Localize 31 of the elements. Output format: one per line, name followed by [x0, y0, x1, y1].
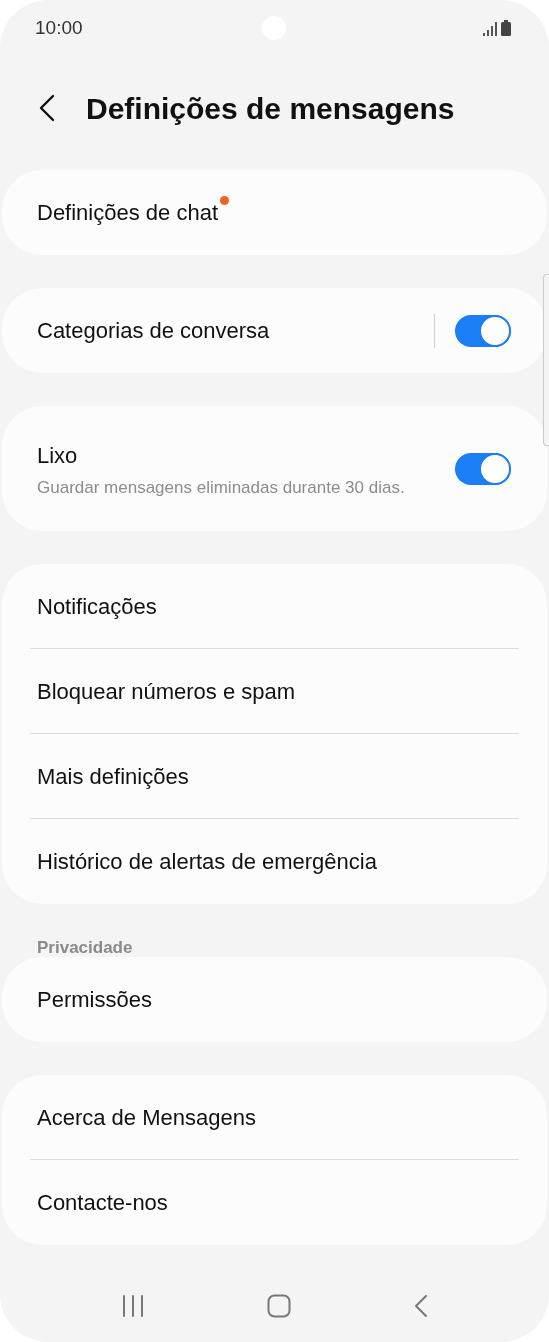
row-label: Definições de chat [37, 199, 218, 227]
settings-row[interactable]: Lixo Guardar mensagens eliminadas durante 30 dias. [30, 406, 519, 531]
settings-row[interactable]: Permissões [30, 957, 519, 1042]
row-label: Categorias de conversa [37, 317, 270, 345]
page-title: Definições de mensagens [86, 90, 455, 127]
row-label: Lixo [37, 441, 78, 470]
row-label: Histórico de alertas de emergência [37, 848, 377, 876]
row-label: Contacte-nos [37, 1189, 168, 1217]
settings-row[interactable]: Notificações [30, 564, 519, 649]
back-icon[interactable] [413, 1294, 428, 1318]
settings-row[interactable]: Definições de chat [30, 170, 519, 255]
home-icon[interactable] [267, 1294, 292, 1318]
row-label: Permissões [37, 986, 152, 1014]
battery-icon [501, 20, 511, 36]
settings-row[interactable]: Contacte-nos [30, 1160, 519, 1245]
signal-icon [483, 22, 497, 36]
toggle-switch[interactable] [455, 314, 511, 347]
settings-row[interactable]: Acerca de Mensagens [30, 1075, 519, 1160]
settings-row[interactable]: Mais definições [30, 734, 519, 819]
settings-row[interactable]: Histórico de alertas de emergência [30, 819, 519, 904]
row-label: Mais definições [37, 762, 189, 791]
toggle-switch[interactable] [455, 452, 511, 485]
row-label: Notificações [37, 592, 157, 621]
settings-row[interactable]: Categorias de conversa [30, 288, 519, 373]
recent-apps-icon[interactable] [121, 1294, 146, 1318]
row-description: Guardar mensagens eliminadas durante 30 dias. [37, 476, 406, 499]
row-label: Bloquear números e spam [37, 677, 296, 706]
settings-row[interactable]: Bloquear números e spam [30, 649, 519, 734]
row-label: Acerca de Mensagens [37, 1103, 256, 1132]
status-time: 10:00 [35, 15, 83, 40]
section-header: Privacidade [36, 937, 134, 957]
